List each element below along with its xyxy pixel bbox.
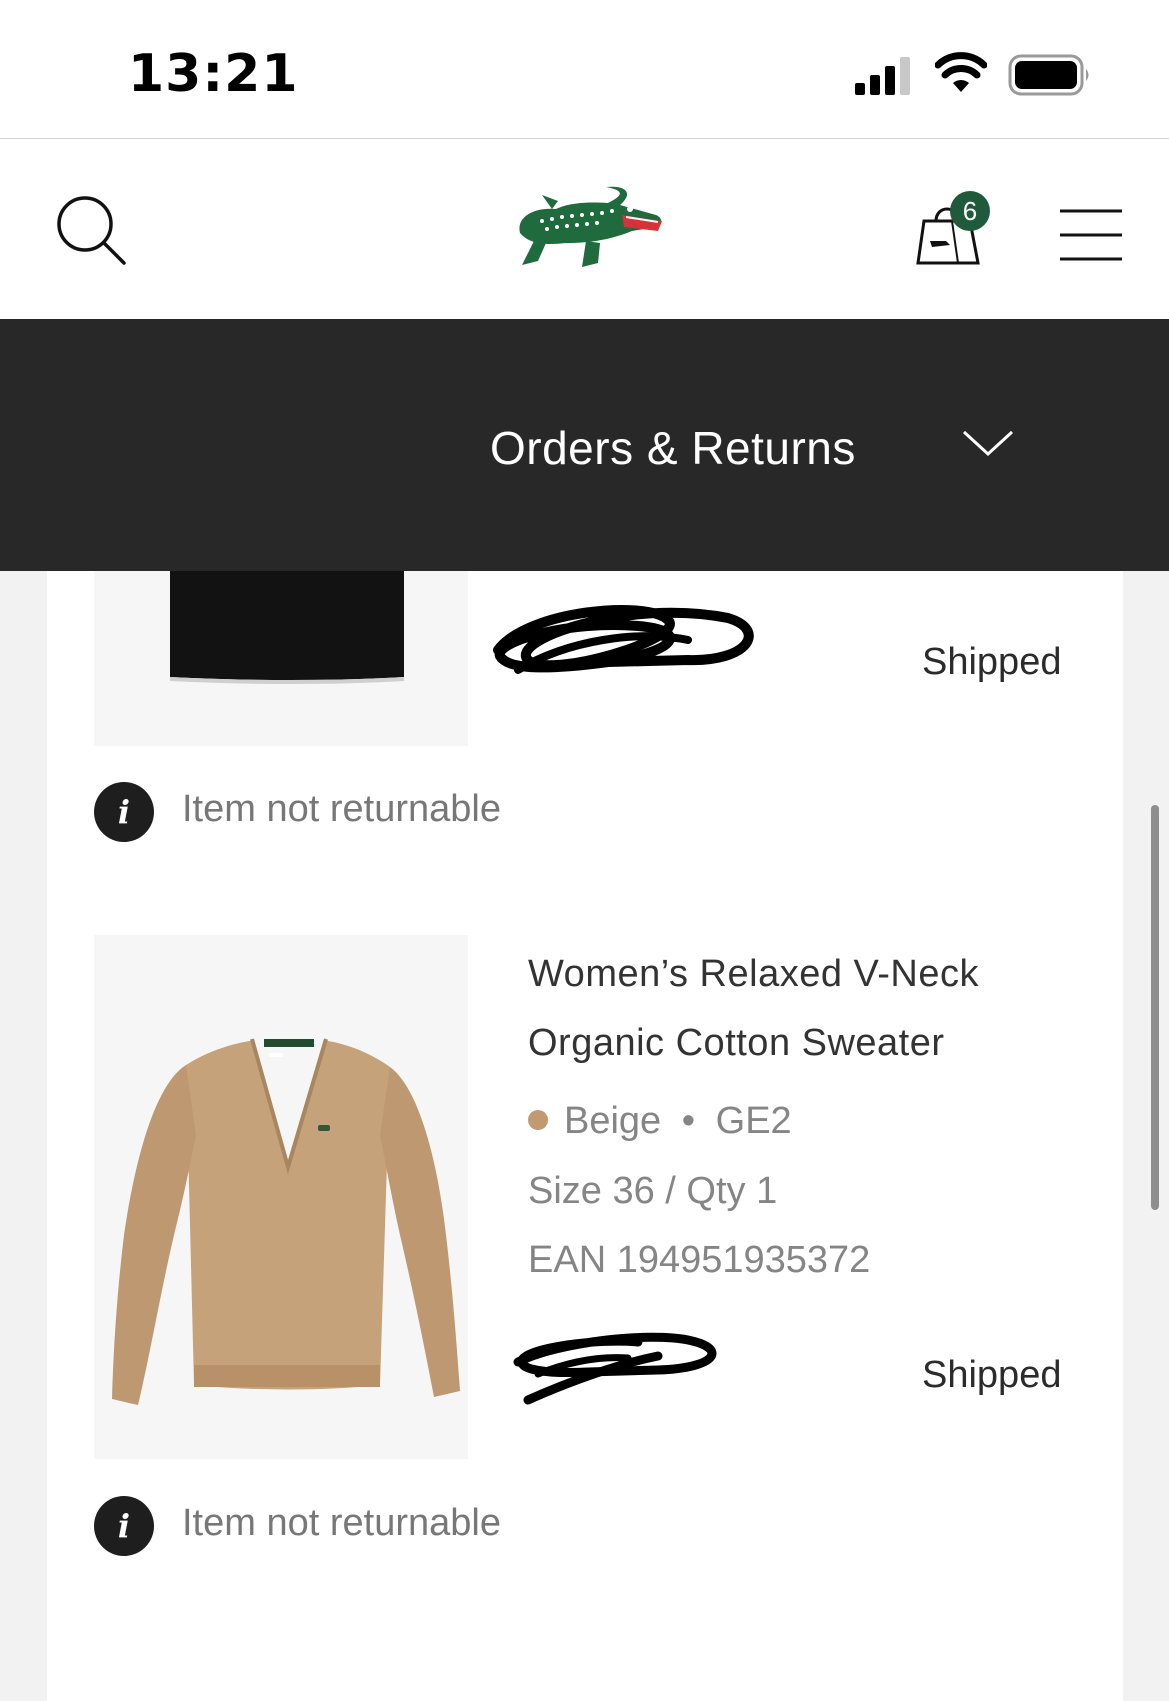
menu-button[interactable] (1058, 207, 1124, 263)
wifi-icon (935, 52, 987, 92)
product-image-2[interactable] (94, 935, 468, 1459)
site-header: 6 (0, 139, 1169, 319)
cellular-signal-icon (855, 57, 910, 95)
beige-sweater-image (112, 1038, 460, 1405)
info-icon: i (94, 782, 154, 842)
item-2-name-line-1: Women’s Relaxed V-Neck (528, 953, 980, 995)
lacoste-crocodile-logo[interactable] (512, 181, 668, 273)
cart-count-badge: 6 (950, 191, 990, 231)
item-2-color-separator: • (681, 1100, 696, 1142)
product-image-1[interactable] (94, 571, 468, 746)
color-swatch (528, 1109, 548, 1130)
item-2-size-qty: Size 36 / Qty 1 (528, 1170, 778, 1212)
battery-icon (1008, 54, 1089, 96)
search-icon (57, 196, 126, 265)
item-2-name-line-2: Organic Cotton Sweater (528, 1022, 945, 1064)
item-2-ean: EAN 194951935372 (528, 1239, 871, 1281)
scrollbar[interactable] (1151, 805, 1159, 1210)
redacted-price-2 (513, 1332, 717, 1405)
redacted-price-1 (493, 605, 754, 674)
item-2-status: Shipped (922, 1354, 1062, 1396)
item-2-color-name: Beige (564, 1100, 662, 1142)
search-button[interactable] (54, 193, 130, 269)
section-title: Orders & Returns (490, 422, 856, 474)
item-1-notice-text: Item not returnable (182, 788, 501, 830)
item-2-color: Beige • GE2 (528, 1100, 792, 1143)
item-2-notice-text: Item not returnable (182, 1502, 501, 1544)
item-2-product-name[interactable]: Women’s Relaxed V-Neck Organic Cotton Sw… (528, 940, 1088, 1078)
hamburger-menu-icon (1060, 209, 1122, 261)
info-icon: i (94, 1496, 154, 1556)
status-time: 13:21 (128, 44, 299, 104)
status-bar: 13:21 (0, 0, 1169, 139)
black-sweater-image (170, 571, 404, 684)
item-2-color-code: GE2 (715, 1100, 792, 1142)
chevron-down-icon[interactable] (962, 428, 1014, 458)
cart-button[interactable]: 6 (910, 191, 990, 271)
item-1-status: Shipped (922, 641, 1062, 683)
